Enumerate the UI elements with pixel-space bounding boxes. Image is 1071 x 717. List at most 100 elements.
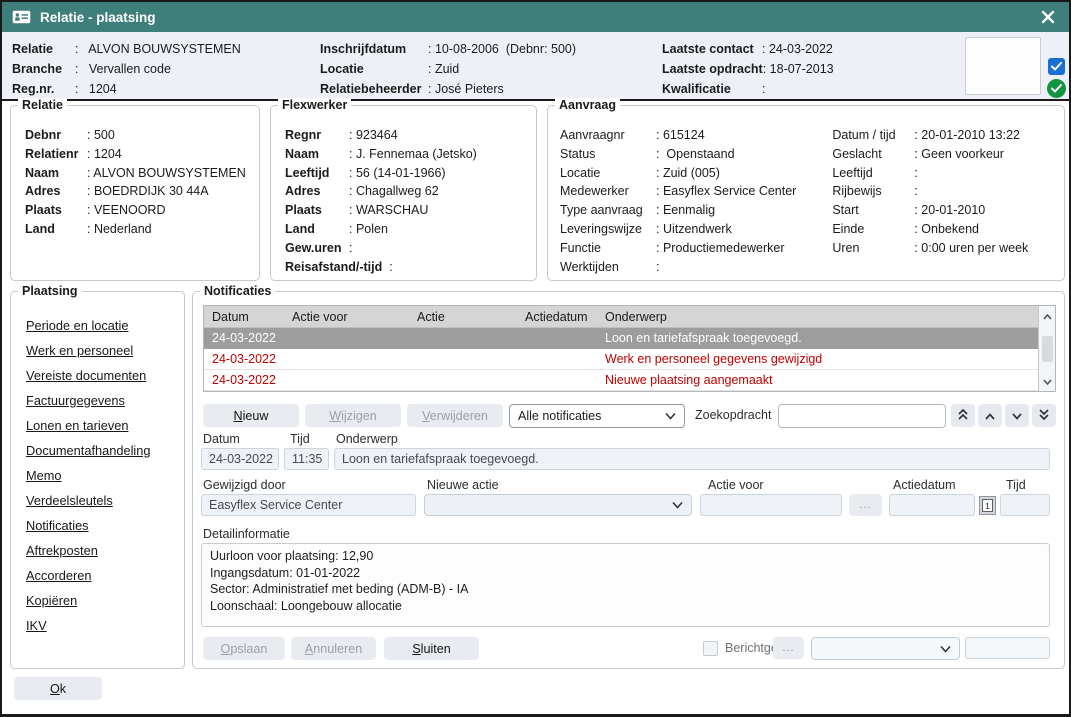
detailinformatie-label: Detailinformatie bbox=[203, 527, 290, 541]
blue-checkbox-checked-icon[interactable] bbox=[1048, 58, 1065, 75]
sidebar-link-vereiste-documenten[interactable]: Vereiste documenten bbox=[26, 363, 184, 388]
field-label: Debnr bbox=[25, 126, 87, 145]
field-value: : WARSCHAU bbox=[349, 201, 428, 220]
table-row[interactable]: 24-03-2022 Loon en tariefafspraak toegev… bbox=[204, 328, 1038, 349]
field-label: Naam bbox=[25, 164, 87, 183]
chevron-down-icon[interactable] bbox=[1043, 374, 1052, 388]
column-header-actie[interactable]: Actie bbox=[409, 310, 517, 324]
actie-voor-input[interactable] bbox=[700, 494, 842, 516]
field-label: Werktijden bbox=[560, 258, 656, 277]
berichtgeving-checkbox[interactable] bbox=[703, 641, 718, 656]
notificaties-toolbar: Nieuw Wijzigen Verwijderen Alle notifica… bbox=[193, 404, 1064, 428]
opslaan-button[interactable]: Opslaan bbox=[203, 637, 285, 660]
sidebar-link-werk-en-personeel[interactable]: Werk en personeel bbox=[26, 338, 184, 363]
onderwerp-input[interactable]: Loon en tariefafspraak toegevoegd. bbox=[334, 448, 1050, 470]
column-header-actiedatum[interactable]: Actiedatum bbox=[517, 310, 597, 324]
field-label: Leveringswijze bbox=[560, 220, 656, 239]
field-value: : Polen bbox=[349, 220, 388, 239]
field-label: Branche bbox=[12, 59, 75, 79]
gewijzigd-door-input[interactable]: Easyflex Service Center bbox=[201, 494, 416, 516]
verwijderen-button[interactable]: Verwijderen bbox=[407, 404, 503, 427]
sidebar-link-aftrekposten[interactable]: Aftrekposten bbox=[26, 538, 184, 563]
field-value: : J. Fennemaa (Jetsko) bbox=[349, 145, 477, 164]
field-value: : 56 (14-01-1966) bbox=[349, 164, 446, 183]
field-label: Reg.nr. bbox=[12, 79, 75, 99]
field-value: : Vervallen code bbox=[75, 59, 171, 79]
actie-voor-browse-button[interactable]: ... bbox=[849, 494, 882, 516]
tijd-input[interactable]: 11:35 bbox=[284, 448, 329, 470]
field-value: : 500 bbox=[87, 126, 115, 145]
previous-record-button[interactable] bbox=[978, 404, 1002, 427]
field-value: : 24-03-2022 bbox=[762, 39, 833, 59]
field-label: Regnr bbox=[285, 126, 349, 145]
sidebar-link-periode-en-locatie[interactable]: Periode en locatie bbox=[26, 313, 184, 338]
chevron-down-icon bbox=[940, 645, 951, 652]
flexwerker-groupbox: Flexwerker Regnr: 923464 Naam: J. Fennem… bbox=[270, 105, 537, 281]
field-value: : bbox=[914, 164, 917, 183]
field-value: : bbox=[914, 182, 917, 201]
sidebar-link-accorderen[interactable]: Accorderen bbox=[26, 563, 184, 588]
table-row[interactable]: 24-03-2022 Werk en personeel gegevens ge… bbox=[204, 349, 1038, 370]
actiedatum-input[interactable] bbox=[889, 494, 975, 516]
scrollbar-thumb[interactable] bbox=[1042, 336, 1053, 362]
berichtgeving-browse-button[interactable]: ... bbox=[773, 637, 804, 659]
nieuw-button[interactable]: Nieuw bbox=[203, 404, 299, 427]
ok-button[interactable]: Ok bbox=[14, 677, 102, 700]
chevron-up-icon[interactable] bbox=[1043, 309, 1052, 323]
sidebar-link-notificaties[interactable]: Notificaties bbox=[26, 513, 184, 538]
sidebar-link-memo[interactable]: Memo bbox=[26, 463, 184, 488]
berichtgeving-select[interactable] bbox=[811, 637, 960, 660]
next-record-button[interactable] bbox=[1005, 404, 1029, 427]
sidebar-link-verdeelsleutels[interactable]: Verdeelsleutels bbox=[26, 488, 184, 513]
cell-onderwerp: Werk en personeel gegevens gewijzigd bbox=[597, 352, 1038, 366]
berichtgeving-input[interactable] bbox=[965, 637, 1050, 659]
field-value: : Eenmalig bbox=[656, 201, 715, 220]
sidebar-link-documentafhandeling[interactable]: Documentafhandeling bbox=[26, 438, 184, 463]
sidebar-link-factuurgegevens[interactable]: Factuurgegevens bbox=[26, 388, 184, 413]
notificaties-footer: Opslaan Annuleren Sluiten Berichtgeving … bbox=[193, 637, 1064, 661]
chevron-down-icon bbox=[672, 502, 683, 509]
wijzigen-button[interactable]: Wijzigen bbox=[305, 404, 401, 427]
table-scrollbar[interactable] bbox=[1038, 306, 1055, 391]
column-header-datum[interactable]: Datum bbox=[204, 310, 284, 324]
groupbox-legend: Plaatsing bbox=[18, 284, 82, 298]
notificatie-filter-select[interactable]: Alle notificaties bbox=[509, 404, 685, 428]
first-record-button[interactable] bbox=[951, 404, 975, 427]
column-header-actie-voor[interactable]: Actie voor bbox=[284, 310, 409, 324]
field-label: Adres bbox=[285, 182, 349, 201]
annuleren-button[interactable]: Annuleren bbox=[291, 637, 376, 660]
field-label: Naam bbox=[285, 145, 349, 164]
sluiten-button[interactable]: Sluiten bbox=[384, 637, 479, 660]
last-record-button[interactable] bbox=[1032, 404, 1056, 427]
field-label: Land bbox=[285, 220, 349, 239]
field-value: : 20-01-2010 bbox=[914, 201, 985, 220]
table-row[interactable]: 24-03-2022 Nieuwe plaatsing aangemaakt bbox=[204, 370, 1038, 391]
field-label: Inschrijfdatum bbox=[320, 39, 428, 59]
nieuwe-actie-select[interactable] bbox=[424, 494, 692, 516]
field-value: : Zuid (005) bbox=[656, 164, 720, 183]
sidebar-link-kopieren[interactable]: Kopiëren bbox=[26, 588, 184, 613]
field-value: : BOEDRDIJK 30 44A bbox=[87, 182, 209, 201]
datum-input[interactable]: 24-03-2022 bbox=[201, 448, 279, 470]
cell-onderwerp: Loon en tariefafspraak toegevoegd. bbox=[597, 331, 1038, 345]
actie-tijd-input[interactable] bbox=[1000, 494, 1050, 516]
zoekopdracht-input[interactable] bbox=[778, 404, 946, 428]
sidebar-link-ikv[interactable]: IKV bbox=[26, 613, 184, 638]
notificaties-table: Datum Actie voor Actie Actiedatum Onderw… bbox=[203, 305, 1056, 392]
close-icon[interactable] bbox=[1037, 6, 1059, 28]
sidebar-link-lonen-en-tarieven[interactable]: Lonen en tarieven bbox=[26, 413, 184, 438]
calendar-icon[interactable]: 1 bbox=[979, 496, 996, 515]
field-value: : Onbekend bbox=[914, 220, 979, 239]
field-value: : 18-07-2013 bbox=[763, 59, 834, 79]
detailinformatie-textarea[interactable]: Uurloon voor plaatsing: 12,90 Ingangsdat… bbox=[201, 543, 1050, 627]
field-value: : Nederland bbox=[87, 220, 152, 239]
photo-placeholder bbox=[965, 37, 1041, 95]
notificaties-groupbox: Notificaties Datum Actie voor Actie Acti… bbox=[192, 291, 1065, 669]
double-chevron-down-icon bbox=[1039, 408, 1049, 423]
field-label: Laatste opdracht bbox=[662, 59, 763, 79]
field-value: : Uitzendwerk bbox=[656, 220, 732, 239]
field-value: : 20-01-2010 13:22 bbox=[914, 126, 1020, 145]
groupbox-legend: Relatie bbox=[18, 98, 67, 112]
column-header-onderwerp[interactable]: Onderwerp bbox=[597, 310, 1038, 324]
field-value: : 1204 bbox=[87, 145, 122, 164]
